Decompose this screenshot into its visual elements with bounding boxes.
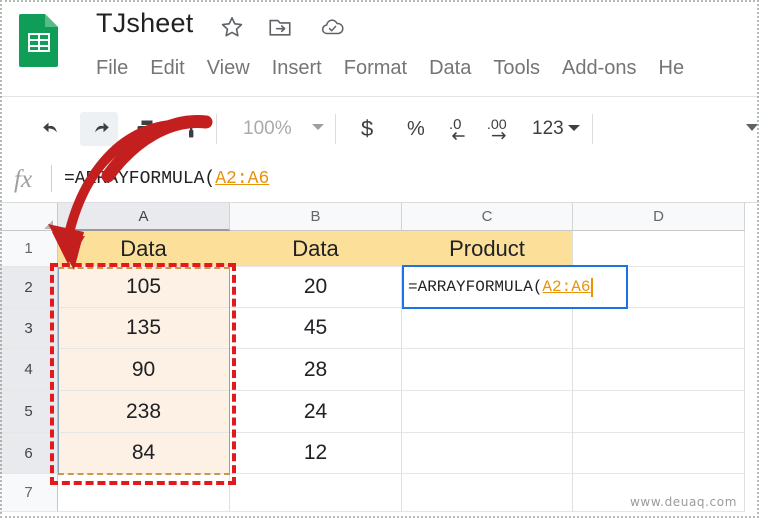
menu-item-format[interactable]: Format xyxy=(344,57,407,80)
cell-c5[interactable] xyxy=(402,391,573,433)
cell-b2[interactable]: 20 xyxy=(230,267,402,308)
cell-c1[interactable]: Product xyxy=(402,231,573,267)
spreadsheet-grid: A B C D 1 2 3 4 5 6 7 Data Data Product … xyxy=(0,203,759,518)
formula-range-reference: A2:A6 xyxy=(215,169,269,189)
menu-item-help[interactable]: He xyxy=(659,57,685,80)
sheets-logo-icon xyxy=(18,12,60,67)
cell-b1[interactable]: Data xyxy=(230,231,402,267)
cell-a3[interactable]: 135 xyxy=(58,308,230,349)
watermark: www.deuaq.com xyxy=(630,495,737,509)
title-bar: TJsheet File Edit View Insert Format xyxy=(0,0,759,95)
toolbar-divider-2 xyxy=(335,114,336,144)
formula-bar-input[interactable]: =ARRAYFORMULA(A2:A6 xyxy=(64,164,269,194)
select-all-triangle-icon xyxy=(44,220,53,229)
column-header-d[interactable]: D xyxy=(573,203,745,231)
cell-a5[interactable]: 238 xyxy=(58,391,230,433)
row-header-4[interactable]: 4 xyxy=(0,349,58,391)
document-title[interactable]: TJsheet xyxy=(96,8,193,39)
active-cell-range-reference: A2:A6 xyxy=(542,278,590,296)
menu-item-add-ons[interactable]: Add-ons xyxy=(562,57,637,80)
cell-a2[interactable]: 105 xyxy=(58,267,230,308)
row-header-6[interactable]: 6 xyxy=(0,433,58,474)
row-header-2[interactable]: 2 xyxy=(0,267,58,308)
undo-button[interactable] xyxy=(34,112,72,146)
increase-decimal-button[interactable]: .00 xyxy=(485,112,523,146)
cell-d6[interactable] xyxy=(573,433,745,474)
menu-item-edit[interactable]: Edit xyxy=(150,57,184,80)
select-all-corner[interactable] xyxy=(0,203,58,231)
cell-b7[interactable] xyxy=(230,474,402,512)
decrease-decimal-button[interactable]: .0 xyxy=(443,112,481,146)
toolbar-divider xyxy=(216,114,217,144)
cloud-saved-icon[interactable] xyxy=(320,14,346,40)
star-icon[interactable] xyxy=(219,14,245,40)
toolbar-collapse-chevron-down-icon[interactable] xyxy=(746,124,758,131)
zoom-level-value[interactable]: 100% xyxy=(243,112,292,146)
paint-format-button[interactable] xyxy=(173,112,211,146)
cell-a7[interactable] xyxy=(58,474,230,512)
redo-button[interactable] xyxy=(80,112,118,146)
menu-item-insert[interactable]: Insert xyxy=(272,57,322,80)
cell-d1[interactable] xyxy=(573,231,745,267)
text-cursor xyxy=(591,278,593,297)
menu-item-tools[interactable]: Tools xyxy=(493,57,540,80)
cell-c6[interactable] xyxy=(402,433,573,474)
toolbar-divider-3 xyxy=(592,114,593,144)
cell-b5[interactable]: 24 xyxy=(230,391,402,433)
menu-bar: File Edit View Insert Format Data Tools … xyxy=(96,50,684,86)
fx-icon: fx xyxy=(14,166,32,194)
column-header-b[interactable]: B xyxy=(230,203,402,231)
menu-item-data[interactable]: Data xyxy=(429,57,471,80)
svg-text:.00: .00 xyxy=(487,117,507,133)
move-to-folder-icon[interactable] xyxy=(267,14,293,40)
number-format-chevron-down-icon[interactable] xyxy=(568,125,580,131)
cell-d5[interactable] xyxy=(573,391,745,433)
svg-text:.0: .0 xyxy=(449,116,462,133)
cell-b3[interactable]: 45 xyxy=(230,308,402,349)
formula-text: =ARRAYFORMULA( xyxy=(64,169,215,189)
formula-bar-divider xyxy=(51,165,52,192)
column-header-a[interactable]: A xyxy=(58,203,230,231)
cell-a6[interactable]: 84 xyxy=(58,433,230,474)
zoom-chevron-down-icon[interactable] xyxy=(312,124,324,130)
row-header-7[interactable]: 7 xyxy=(0,474,58,512)
menu-item-file[interactable]: File xyxy=(96,57,128,80)
menu-item-view[interactable]: View xyxy=(207,57,250,80)
cell-d4[interactable] xyxy=(573,349,745,391)
active-cell-formula-text: =ARRAYFORMULA( xyxy=(408,278,542,296)
cell-d3[interactable] xyxy=(573,308,745,349)
active-cell-editor[interactable]: =ARRAYFORMULA(A2:A6 xyxy=(402,265,628,309)
percent-format-button[interactable]: % xyxy=(407,112,425,146)
row-header-5[interactable]: 5 xyxy=(0,391,58,433)
row-header-3[interactable]: 3 xyxy=(0,308,58,349)
cell-b6[interactable]: 12 xyxy=(230,433,402,474)
cell-b4[interactable]: 28 xyxy=(230,349,402,391)
print-button[interactable] xyxy=(128,112,166,146)
cell-a4[interactable]: 90 xyxy=(58,349,230,391)
cell-c3[interactable] xyxy=(402,308,573,349)
column-header-c[interactable]: C xyxy=(402,203,573,231)
cell-c7[interactable] xyxy=(402,474,573,512)
cell-a1[interactable]: Data xyxy=(58,231,230,267)
cell-c4[interactable] xyxy=(402,349,573,391)
currency-format-button[interactable]: $ xyxy=(361,112,373,146)
number-format-button[interactable]: 123 xyxy=(532,112,564,146)
row-header-1[interactable]: 1 xyxy=(0,231,58,267)
formula-bar: fx =ARRAYFORMULA(A2:A6 xyxy=(0,157,759,203)
google-sheets-window: TJsheet File Edit View Insert Format xyxy=(0,0,759,518)
